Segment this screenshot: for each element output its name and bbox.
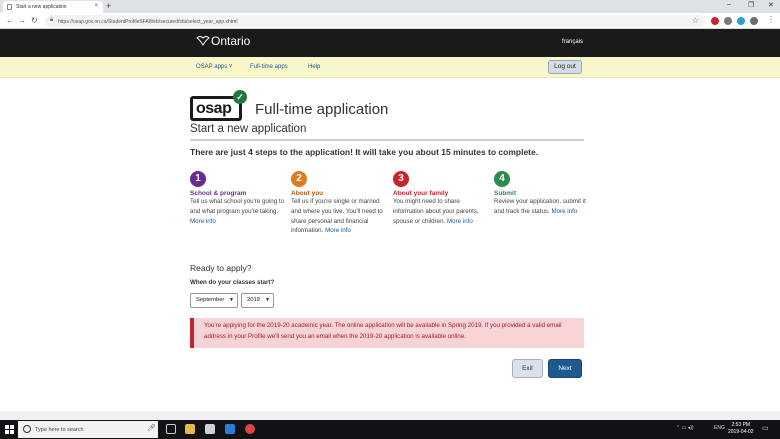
tab-title: Start a new application [16,4,67,10]
extension-icon[interactable] [724,17,732,25]
year-value: 2019 [247,297,260,303]
address-bar[interactable]: 🔒︎ https://osap.gov.on.ca/StudentProfile… [45,15,705,27]
step-desc-text: Tell us what school you're going to and … [190,198,285,215]
step-number: 4 [494,171,510,187]
exit-button[interactable]: Exit [512,359,543,378]
microphone-icon[interactable]: 🎤︎ [147,424,156,432]
url-text: https://osap.gov.on.ca/StudentProfileSFA… [58,18,238,25]
step-number: 1 [190,171,206,187]
windows-start-icon[interactable] [5,425,14,434]
clock-time: 2:53 PM [731,422,751,428]
year-select[interactable]: 2019 ▼ [241,293,274,308]
windows-taskbar: Type here to search 🎤︎ ⌃ ▭ ◂)) ENG 2:53 … [0,420,780,439]
extension-icon[interactable] [711,17,719,25]
logout-button[interactable]: Log out [548,60,582,74]
mail-icon[interactable] [225,424,235,434]
page-title: Full-time application [255,101,389,118]
store-icon[interactable] [205,424,215,434]
step-desc: Tell us if you're single or married and … [291,197,389,236]
divider [190,139,584,141]
browser-toolbar: ← → ↻ 🔒︎ https://osap.gov.on.ca/StudentP… [0,13,780,29]
osap-logo-text: osap [196,100,232,117]
step-number: 3 [393,171,409,187]
file-explorer-icon[interactable] [185,424,195,434]
search-placeholder: Type here to search [35,426,84,433]
cortana-icon [23,425,31,433]
step-desc: You might need to share information abou… [393,197,491,226]
task-view-icon[interactable] [166,424,176,434]
site-header: Ontario français [0,29,780,57]
more-info-link[interactable]: More info [325,227,351,234]
chrome-icon[interactable] [245,424,255,434]
more-info-link[interactable]: More info [190,218,216,225]
more-info-link[interactable]: More info [447,218,473,225]
intro-text: There are just 4 steps to the applicatio… [190,147,539,157]
clock-date: 2019-04-02 [728,429,754,435]
profile-icon[interactable] [750,17,758,25]
notification-icon[interactable]: ▭ [762,424,769,432]
step-title: Submit [494,190,517,197]
month-select[interactable]: September ▼ [190,293,238,308]
new-tab-button[interactable]: + [106,1,111,11]
browser-tab-bar: Start a new application × + – ❐ ✕ [0,0,780,13]
browser-tab[interactable]: Start a new application × [3,1,103,13]
minimize-button[interactable]: – [727,1,731,8]
reload-icon[interactable]: ↻ [31,16,38,25]
month-value: September [196,297,225,303]
main-content: osap ✓ Full-time application Start a new… [0,78,780,411]
step-submit: 4 Submit Review your application, submit… [494,171,592,217]
step-about-you: 2 About you Tell us if you're single or … [291,171,389,236]
taskbar-search[interactable]: Type here to search 🎤︎ [18,421,158,438]
chevron-down-icon: ▼ [265,297,270,303]
forward-arrow-icon[interactable]: → [18,16,26,25]
more-info-link[interactable]: More info [551,208,577,215]
app-nav: OSAP apps ˅ Full-time apps Help Log out [0,57,780,78]
logo-text: Ontario [211,34,251,48]
page-icon [7,4,12,10]
step-title: About you [291,190,324,197]
help-link[interactable]: Help [308,64,320,70]
input-language[interactable]: ENG [714,425,725,431]
browser-menu-icon[interactable]: ⋮ [767,15,775,24]
next-button[interactable]: Next [548,359,582,378]
step-school-program: 1 School & program Tell us what school y… [190,171,288,226]
trillium-icon [196,36,210,46]
lock-icon: 🔒︎ [50,17,54,23]
page-subtitle: Start a new application [190,123,307,135]
availability-alert: You're applying for the 2019-20 academic… [190,318,584,348]
step-about-family: 3 About your family You might need to sh… [393,171,491,226]
checkmark-icon: ✓ [233,90,247,104]
taskbar-clock[interactable]: 2:53 PM 2019-04-02 [728,422,754,436]
osap-apps-menu[interactable]: OSAP apps ˅ [196,64,232,70]
classes-start-label: When do your classes start? [190,279,275,286]
language-link[interactable]: français [562,39,583,45]
maximize-button[interactable]: ❐ [748,1,754,9]
extension-icon[interactable] [737,17,745,25]
step-desc: Tell us what school you're going to and … [190,197,288,226]
close-tab-icon[interactable]: × [94,3,98,9]
bookmark-star-icon[interactable]: ☆ [692,16,699,25]
full-time-apps-link[interactable]: Full-time apps [250,64,288,70]
step-desc: Review your application, submit it and t… [494,197,592,217]
step-title: School & program [190,190,247,197]
ontario-logo[interactable]: Ontario [196,34,250,48]
back-arrow-icon[interactable]: ← [6,16,14,25]
step-number: 2 [291,171,307,187]
close-window-button[interactable]: ✕ [768,1,774,9]
ready-heading: Ready to apply? [190,263,252,273]
tray-icons[interactable]: ⌃ ▭ ◂)) [676,425,694,431]
step-title: About your family [393,190,449,197]
chevron-down-icon: ▼ [229,297,234,303]
